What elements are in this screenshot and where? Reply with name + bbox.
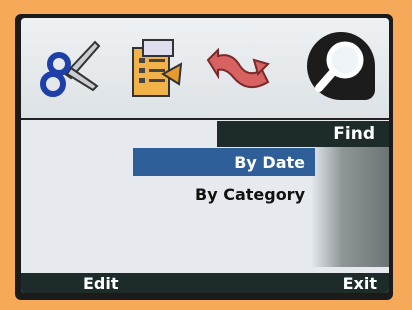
swap-arrow-icon[interactable] — [197, 28, 279, 110]
menu-item-label: By Category — [195, 184, 305, 204]
scissors-icon[interactable] — [29, 28, 111, 110]
tool-icon-bar — [21, 18, 389, 118]
notepad-icon[interactable] — [113, 28, 195, 110]
menu-item-by-category[interactable]: By Category — [133, 180, 315, 208]
menu-shadow — [311, 147, 389, 267]
screen-content: Find By Date By Category Edit Exit — [21, 18, 389, 293]
softkey-bar: Edit Exit — [21, 273, 389, 293]
divider-line — [21, 118, 389, 120]
exit-softkey[interactable]: Exit — [343, 274, 389, 293]
menu-item-label: By Date — [234, 152, 305, 172]
device-screen: Find By Date By Category Edit Exit — [15, 14, 393, 300]
magnifier-icon[interactable] — [305, 30, 379, 104]
menu-header: Find — [217, 121, 389, 147]
edit-softkey[interactable]: Edit — [21, 274, 119, 293]
menu-item-by-date[interactable]: By Date — [133, 148, 315, 176]
menu-header-label: Find — [333, 124, 375, 144]
device-bezel: Find By Date By Category Edit Exit — [0, 0, 412, 310]
